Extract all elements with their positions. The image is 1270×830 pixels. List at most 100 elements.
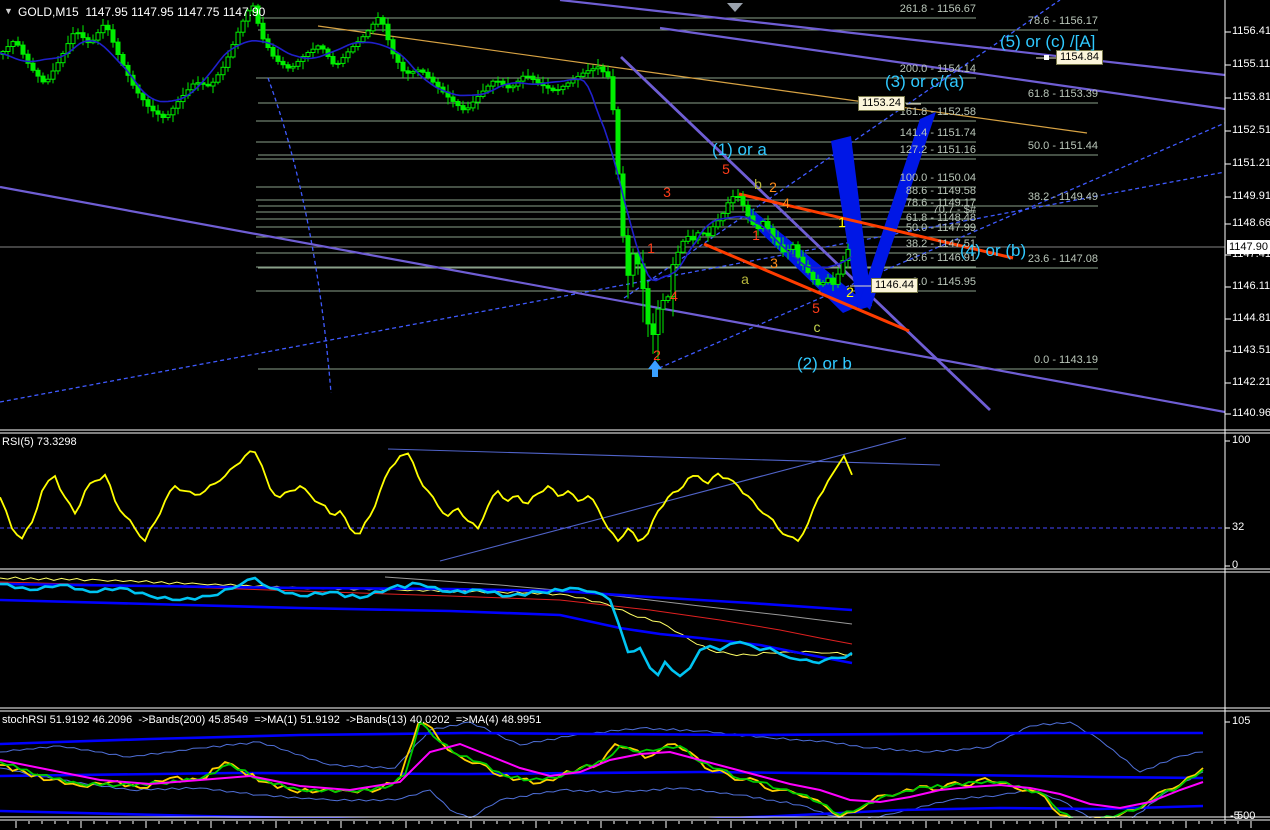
candle-body xyxy=(350,46,356,53)
candle-body xyxy=(530,75,536,80)
candle-body xyxy=(380,17,386,25)
bands-pane[interactable] xyxy=(0,576,853,678)
candle-body xyxy=(210,81,216,87)
candle-body xyxy=(650,323,656,335)
candle-body xyxy=(295,60,301,67)
candle-body xyxy=(70,33,76,45)
candle-body xyxy=(175,101,181,109)
candle-body xyxy=(745,204,751,217)
candle-body xyxy=(710,226,716,237)
candle-body xyxy=(835,273,841,285)
candle-body xyxy=(100,24,106,34)
candle-body xyxy=(790,244,796,250)
candle-body xyxy=(525,75,531,78)
candle-body xyxy=(5,46,11,52)
candle-body xyxy=(435,81,441,88)
candle-body xyxy=(305,52,311,57)
candle-body xyxy=(605,71,611,78)
candle-body xyxy=(555,89,561,92)
candle-body xyxy=(765,221,771,230)
candle-body xyxy=(160,113,166,118)
candle-body xyxy=(425,71,431,78)
candle-body xyxy=(585,70,591,74)
candle-body xyxy=(145,99,151,107)
candle-body xyxy=(720,212,726,222)
axes-frame xyxy=(0,0,1270,828)
candle-body xyxy=(20,44,26,55)
candle-body xyxy=(420,69,426,73)
candle-body xyxy=(795,244,801,258)
candle-body xyxy=(815,278,821,286)
candle-body xyxy=(50,70,56,80)
candle-body xyxy=(230,44,236,58)
candle-body xyxy=(670,264,676,298)
candle-body xyxy=(565,82,571,87)
buy-arrow-marker xyxy=(648,360,662,377)
candle-body xyxy=(10,41,16,47)
candle-body xyxy=(30,62,36,71)
candle-body xyxy=(225,56,231,68)
candle-body xyxy=(510,85,516,89)
candle-body xyxy=(520,75,526,82)
candle-body xyxy=(495,80,501,83)
candle-body xyxy=(255,5,261,24)
candle-body xyxy=(385,23,391,41)
candle-body xyxy=(235,31,241,46)
bands-pane-line xyxy=(0,598,853,665)
candle-body xyxy=(490,80,496,87)
candle-body xyxy=(475,95,481,103)
candle-body xyxy=(115,41,121,55)
candle-body xyxy=(465,107,471,111)
candle-body xyxy=(80,32,86,39)
purple-trendline xyxy=(0,185,1225,414)
candle-body xyxy=(370,23,376,32)
gray-down-triangle-marker xyxy=(727,3,743,12)
candle-body xyxy=(430,76,436,83)
candle-body xyxy=(725,202,731,214)
candle-body xyxy=(580,72,586,77)
candle-body xyxy=(500,80,506,85)
candle-body xyxy=(715,220,721,228)
candle-body xyxy=(390,39,396,55)
candle-body xyxy=(315,45,321,50)
rsi-pane[interactable] xyxy=(0,437,1225,562)
candle-body xyxy=(280,60,286,66)
candle-body xyxy=(655,308,661,336)
candle-body xyxy=(625,235,631,276)
candle-body xyxy=(400,61,406,72)
candle-body xyxy=(105,24,111,31)
candle-body xyxy=(665,296,671,301)
purple-trendline xyxy=(659,26,1225,111)
candle-body xyxy=(395,53,401,63)
candle-body xyxy=(245,10,251,22)
selection-handle[interactable] xyxy=(1044,55,1049,60)
candle-body xyxy=(405,70,411,74)
candle-body xyxy=(260,22,266,40)
stochrsi-line xyxy=(0,721,1204,773)
candle-body xyxy=(345,51,351,59)
candle-body xyxy=(195,82,201,85)
candle-body xyxy=(310,48,316,54)
stochrsi-pane[interactable] xyxy=(0,720,1204,823)
candle-body xyxy=(730,196,736,204)
candle-body xyxy=(545,85,551,89)
bands-pane-line xyxy=(0,581,853,645)
candle-body xyxy=(45,78,51,83)
mt4-terminal-window: ▼ GOLD,M15 1147.95 1147.95 1147.75 1147.… xyxy=(0,0,1270,830)
candle-body xyxy=(735,196,741,198)
main-chart-pane[interactable] xyxy=(0,0,1225,414)
candle-body xyxy=(275,55,281,62)
candle-body xyxy=(155,110,161,115)
candle-body xyxy=(35,69,41,77)
bands-pane-line xyxy=(384,576,853,625)
charts-canvas[interactable] xyxy=(0,0,1270,830)
candle-body xyxy=(360,36,366,43)
candle-body xyxy=(450,96,456,102)
candle-body xyxy=(165,114,171,118)
candle-body xyxy=(675,251,681,266)
candle-body xyxy=(330,56,336,65)
candle-body xyxy=(375,17,381,25)
candle-body xyxy=(690,235,696,241)
candle-body xyxy=(535,79,541,84)
candle-body xyxy=(95,32,101,41)
